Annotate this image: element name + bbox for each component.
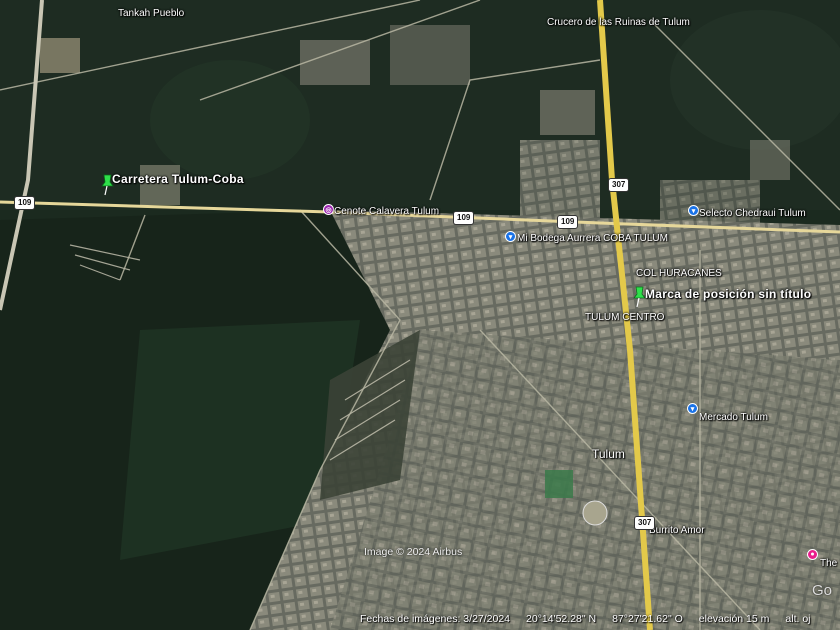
place-label-cenote[interactable]: Cenote Calavera Tulum xyxy=(334,206,439,217)
imagery-copyright: Image © 2024 Airbus xyxy=(364,546,463,558)
imagery-date: Fechas de imágenes: 3/27/2024 xyxy=(360,613,511,625)
place-label-crucero: Crucero de las Ruinas de Tulum xyxy=(547,17,690,28)
place-label-tulum: Tulum xyxy=(592,447,625,461)
place-label-tankah: Tankah Pueblo xyxy=(118,8,185,19)
pushpin-icon xyxy=(633,286,646,308)
place-label-huracanes: COL HURACANES xyxy=(636,268,722,279)
longitude-readout: 87°27'21.62" O xyxy=(612,613,683,625)
status-bar: Fechas de imágenes: 3/27/2024 20°14'52.2… xyxy=(0,608,840,630)
place-label-chedraui[interactable]: Selecto Chedraui Tulum xyxy=(699,208,806,219)
place-label-centro: TULUM CENTRO xyxy=(585,312,665,323)
google-logo: Go xyxy=(812,582,833,599)
placemark-pin-marca[interactable] xyxy=(632,286,646,308)
store-poi-icon[interactable]: ▾ xyxy=(688,205,699,216)
store-poi-icon[interactable]: ▾ xyxy=(505,231,516,242)
place-label-burrito[interactable]: Burrito Amor xyxy=(649,525,705,536)
road-shield-307: 307 xyxy=(608,178,630,192)
store-poi-icon[interactable]: ▾ xyxy=(687,403,698,414)
place-label-the[interactable]: The xyxy=(820,558,837,569)
map-view[interactable]: Tankah Pueblo Crucero de las Ruinas de T… xyxy=(0,0,840,630)
road-shield-109: 109 xyxy=(453,211,475,225)
eye-altitude-readout: alt. oj xyxy=(785,613,811,625)
place-label-mercado[interactable]: Mercado Tulum xyxy=(699,412,768,423)
satellite-imagery xyxy=(0,0,840,630)
road-shield-109: 109 xyxy=(557,215,579,229)
latitude-readout: 20°14'52.28" N xyxy=(526,613,597,625)
placemark-label-marca[interactable]: Marca de posición sin título xyxy=(645,287,811,301)
restaurant-poi-icon[interactable]: ● xyxy=(807,549,818,560)
placemark-label-carretera[interactable]: Carretera Tulum-Coba xyxy=(112,172,244,186)
place-label-bodega[interactable]: Mi Bodega Aurrera COBA TULUM xyxy=(517,233,668,244)
road-shield-109: 109 xyxy=(14,196,36,210)
cenote-poi-icon[interactable]: ◎ xyxy=(323,204,334,215)
road-shield-307: 307 xyxy=(634,516,656,530)
elevation-readout: elevación 15 m xyxy=(698,613,770,625)
